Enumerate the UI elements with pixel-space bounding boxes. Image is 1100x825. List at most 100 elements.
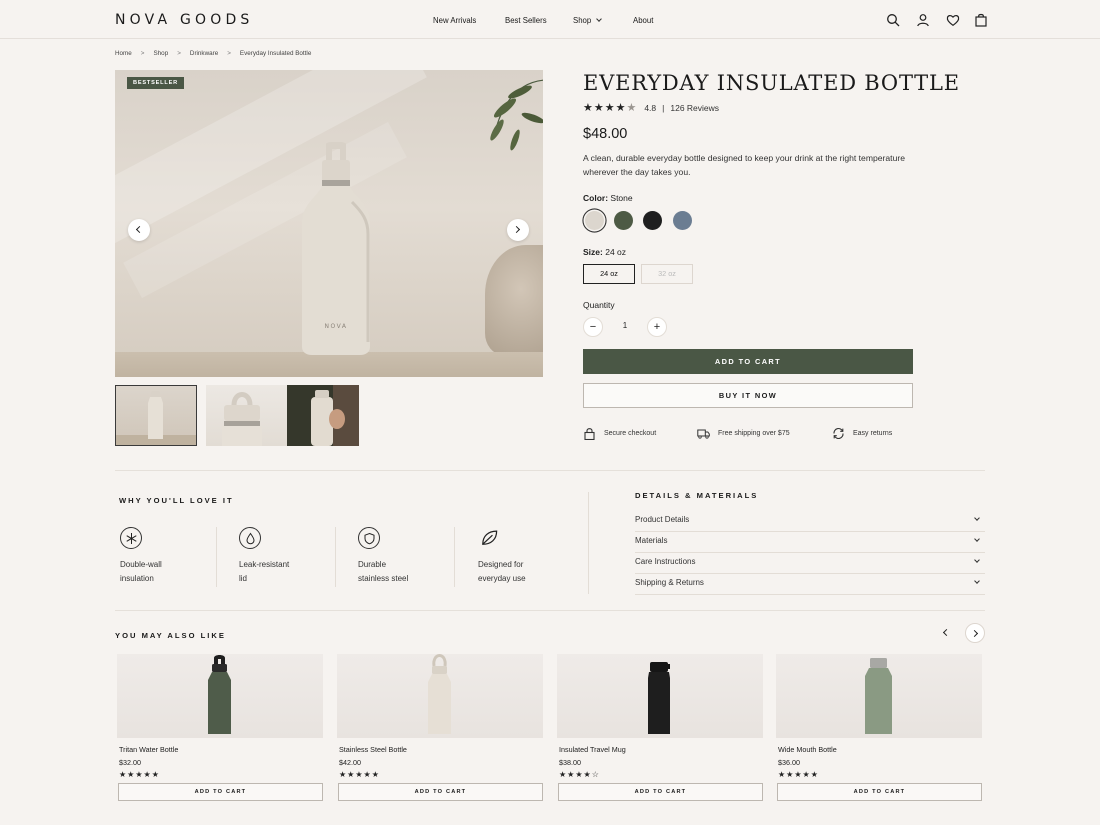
product-price: $48.00 bbox=[583, 126, 628, 142]
product-card-price: $42.00 bbox=[339, 758, 361, 767]
buy-it-now-button[interactable]: BUY IT NOW bbox=[583, 383, 913, 408]
product-card-image bbox=[337, 654, 543, 738]
product-card-price: $32.00 bbox=[119, 758, 141, 767]
quantity-value[interactable]: 1 bbox=[611, 321, 639, 330]
product-card[interactable]: Insulated Travel Mug $38.00 ★★★★☆ ADD TO… bbox=[557, 654, 763, 801]
feature-separator bbox=[216, 527, 217, 587]
perk-label: Easy returns bbox=[853, 430, 893, 437]
chevron-right-icon bbox=[970, 629, 979, 638]
product-card[interactable]: Tritan Water Bottle $32.00 ★★★★★ ADD TO … bbox=[117, 654, 323, 801]
feature-everyday-use: Designed for everyday use bbox=[478, 527, 588, 586]
feature-line: Double-wall bbox=[120, 560, 162, 569]
feature-separator bbox=[454, 527, 455, 587]
product-card-image bbox=[557, 654, 763, 738]
brand-logo[interactable]: NOVA GOODS bbox=[115, 12, 254, 28]
color-swatch-black[interactable] bbox=[643, 211, 662, 230]
breadcrumb-separator: > bbox=[177, 50, 181, 57]
accordion-product-details[interactable]: Product Details bbox=[635, 511, 985, 532]
breadcrumb-drinkware[interactable]: Drinkware bbox=[190, 50, 218, 57]
perk-secure-checkout: Secure checkout bbox=[583, 427, 656, 440]
feature-line: Designed for bbox=[478, 560, 524, 569]
product-card-price: $38.00 bbox=[559, 758, 581, 767]
product-card-name[interactable]: Tritan Water Bottle bbox=[117, 745, 323, 754]
feature-separator bbox=[335, 527, 336, 587]
product-card-name[interactable]: Insulated Travel Mug bbox=[557, 745, 763, 754]
color-swatch-green[interactable] bbox=[614, 211, 633, 230]
quantity-label: Quantity bbox=[583, 300, 615, 310]
product-card[interactable]: Wide Mouth Bottle $36.00 ★★★★★ ADD TO CA… bbox=[776, 654, 982, 801]
search-icon[interactable] bbox=[886, 13, 900, 27]
nav-best-sellers[interactable]: Best Sellers bbox=[505, 16, 547, 25]
product-card-image bbox=[117, 654, 323, 738]
wishlist-heart-icon[interactable] bbox=[946, 13, 960, 27]
bottle-thumbnail bbox=[648, 662, 670, 734]
nav-shop[interactable]: Shop bbox=[573, 16, 603, 25]
carousel-next-button[interactable] bbox=[965, 623, 985, 643]
quantity-increase-button[interactable]: + bbox=[647, 317, 667, 337]
rating-stars-icon: ★★★★★ bbox=[119, 770, 160, 779]
lock-icon bbox=[584, 428, 595, 440]
cart-bag-icon[interactable] bbox=[974, 13, 988, 27]
product-title: EVERYDAY INSULATED BOTTLE bbox=[583, 71, 960, 95]
color-label: Color: Stone bbox=[583, 193, 633, 203]
thumbnail-bottle-image bbox=[115, 391, 197, 446]
quantity-decrease-button[interactable]: − bbox=[583, 317, 603, 337]
product-card-add-to-cart-button[interactable]: ADD TO CART bbox=[777, 783, 982, 801]
perk-label: Secure checkout bbox=[604, 430, 657, 437]
breadcrumb-separator: > bbox=[227, 50, 231, 57]
product-card-add-to-cart-button[interactable]: ADD TO CART bbox=[558, 783, 763, 801]
accordion-label: Care Instructions bbox=[635, 557, 696, 566]
reviews-link[interactable]: 126 Reviews bbox=[670, 103, 719, 113]
size-selected-value: 24 oz bbox=[605, 247, 627, 257]
perk-label: Free shipping over $75 bbox=[718, 430, 790, 437]
add-to-cart-button[interactable]: ADD TO CART bbox=[583, 349, 913, 374]
breadcrumb-shop[interactable]: Shop bbox=[153, 50, 168, 57]
stone-slab bbox=[115, 352, 543, 377]
size-option-24oz[interactable]: 24 oz bbox=[583, 264, 635, 284]
features-title: WHY YOU'LL LOVE IT bbox=[119, 496, 234, 505]
details-title: DETAILS & MATERIALS bbox=[635, 491, 759, 500]
gallery-prev-button[interactable] bbox=[128, 219, 150, 241]
product-card[interactable]: Stainless Steel Bottle $42.00 ★★★★★ ADD … bbox=[337, 654, 543, 801]
feature-line: everyday use bbox=[478, 574, 526, 583]
bottle-thumbnail bbox=[208, 655, 231, 734]
carousel-prev-button[interactable] bbox=[936, 623, 956, 643]
thumbnail-1[interactable] bbox=[115, 385, 197, 446]
accordion-label: Product Details bbox=[635, 515, 690, 524]
size-option-32oz[interactable]: 32 oz bbox=[641, 264, 693, 284]
thumbnail-3[interactable] bbox=[287, 385, 359, 446]
accordion-shipping-returns[interactable]: Shipping & Returns bbox=[635, 574, 985, 595]
bestseller-badge: BESTSELLER bbox=[127, 77, 184, 89]
feature-stainless-steel: Durable stainless steel bbox=[358, 527, 468, 586]
perk-easy-returns: Easy returns bbox=[832, 427, 892, 440]
product-card-name[interactable]: Stainless Steel Bottle bbox=[337, 745, 543, 754]
rating-stars-icon: ★★★★★ bbox=[778, 770, 819, 779]
droplet-icon bbox=[239, 527, 261, 549]
accordion-materials[interactable]: Materials bbox=[635, 532, 985, 553]
nav-about[interactable]: About bbox=[633, 16, 653, 25]
bottle-thumbnail bbox=[428, 654, 451, 734]
accordion-care-instructions[interactable]: Care Instructions bbox=[635, 553, 985, 574]
feature-leak-resistant: Leak-resistant lid bbox=[239, 527, 349, 586]
color-swatch-stone[interactable] bbox=[585, 211, 604, 230]
color-swatch-blue[interactable] bbox=[673, 211, 692, 230]
gallery-next-button[interactable] bbox=[507, 219, 529, 241]
rating-stars-icon: ★★★★★ bbox=[339, 770, 380, 779]
breadcrumb-separator: > bbox=[140, 50, 145, 57]
breadcrumb-home[interactable]: Home bbox=[115, 50, 132, 57]
product-card-add-to-cart-button[interactable]: ADD TO CART bbox=[338, 783, 543, 801]
color-selected-value: Stone bbox=[610, 193, 633, 203]
feature-insulation: Double-wall insulation bbox=[120, 527, 230, 586]
nav-new-arrivals[interactable]: New Arrivals bbox=[433, 16, 476, 25]
related-title: YOU MAY ALSO LIKE bbox=[115, 631, 226, 640]
feature-line: stainless steel bbox=[358, 574, 409, 583]
product-rating: ★★★★★ 4.8 | 126 Reviews bbox=[583, 101, 719, 114]
truck-icon bbox=[697, 429, 710, 439]
thumbnail-lid-image bbox=[222, 392, 262, 446]
quantity-stepper: − 1 + bbox=[583, 317, 669, 337]
thumbnail-2[interactable] bbox=[206, 385, 288, 446]
product-card-add-to-cart-button[interactable]: ADD TO CART bbox=[118, 783, 323, 801]
account-icon[interactable] bbox=[916, 13, 930, 27]
product-card-image bbox=[776, 654, 982, 738]
product-card-name[interactable]: Wide Mouth Bottle bbox=[776, 745, 982, 754]
